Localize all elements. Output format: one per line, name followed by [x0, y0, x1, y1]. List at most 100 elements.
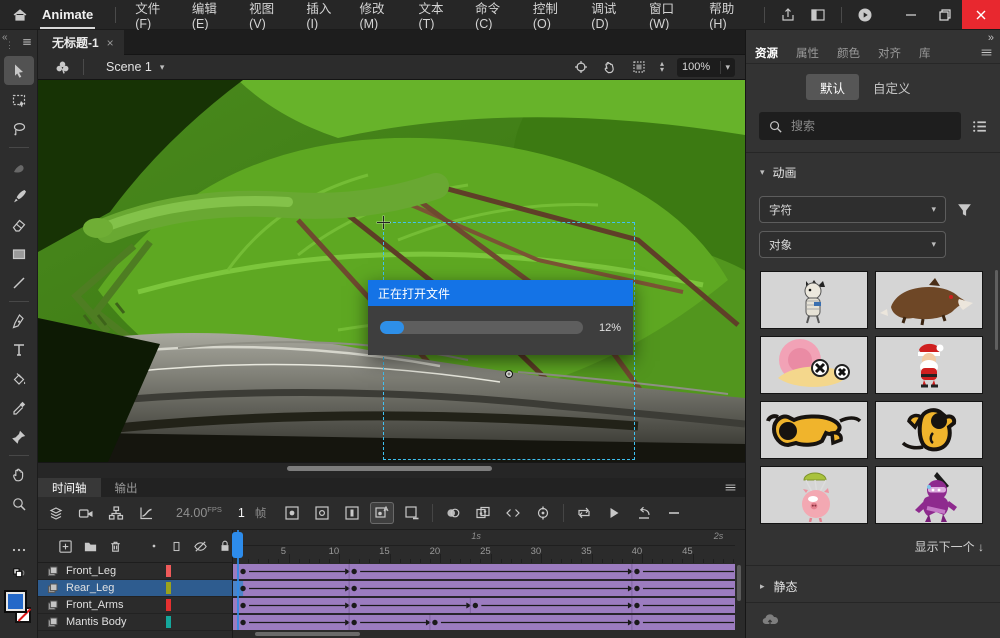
layer-parenting-button[interactable]: [104, 502, 128, 524]
step-back-button[interactable]: [632, 502, 656, 524]
line-tool[interactable]: [4, 268, 34, 297]
selection-tool[interactable]: [4, 56, 34, 85]
add-folder-icon[interactable]: [83, 539, 98, 554]
visibility-column-icon[interactable]: [193, 539, 208, 554]
scene-name[interactable]: Scene 1: [106, 60, 152, 74]
clip-content-icon[interactable]: [631, 59, 647, 75]
panel-tab-属性[interactable]: 属性: [787, 45, 828, 61]
layer-color-swatch[interactable]: [166, 582, 171, 594]
home-icon[interactable]: [12, 7, 28, 23]
fluid-brush-tool[interactable]: [4, 152, 34, 181]
asset-thumbnail-pig-parachute-character[interactable]: [760, 466, 868, 524]
rectangle-tool[interactable]: [4, 239, 34, 268]
document-tab[interactable]: 无标题-1 ×: [38, 30, 124, 55]
lasso-tool[interactable]: [4, 114, 34, 143]
menu-控制(O)[interactable]: 控制(O): [522, 0, 580, 30]
add-layer-icon[interactable]: [58, 539, 73, 554]
workspace-icon[interactable]: [803, 0, 833, 30]
timeline-panel-menu-icon[interactable]: [724, 481, 737, 494]
asset-thumbnail-dog-sitting-character[interactable]: [875, 401, 983, 459]
menu-文件(F)[interactable]: 文件(F): [124, 0, 181, 30]
rotation-hand-icon[interactable]: [602, 59, 618, 75]
current-frame-display[interactable]: 1: [238, 506, 245, 520]
menu-命令(C)[interactable]: 命令(C): [464, 0, 522, 30]
stage-horizontal-scrollbar[interactable]: [287, 466, 492, 471]
pen-tool[interactable]: [4, 306, 34, 335]
zoom-stepper[interactable]: ▴▾: [660, 61, 664, 73]
play-button[interactable]: [602, 502, 626, 524]
filter-icon[interactable]: [956, 201, 973, 218]
delete-layer-icon[interactable]: [108, 539, 123, 554]
tab-close-icon[interactable]: ×: [107, 36, 114, 50]
zoom-out-timeline-button[interactable]: [662, 502, 686, 524]
menu-文本(T)[interactable]: 文本(T): [407, 0, 464, 30]
edit-multiple-frames-button[interactable]: [471, 502, 495, 524]
object-dropdown[interactable]: 对象 ▾: [759, 231, 946, 258]
symbol-clover-icon[interactable]: [54, 59, 71, 76]
swap-colors-icon[interactable]: [4, 564, 34, 584]
static-section-header[interactable]: ▸ 静态: [760, 578, 798, 595]
asset-thumbnail-mummy-character[interactable]: [760, 271, 868, 329]
close-button[interactable]: [962, 0, 1000, 29]
timeline-tracks[interactable]: [233, 563, 735, 633]
panel-scrollbar[interactable]: [995, 270, 998, 350]
mode-default[interactable]: 默认: [806, 74, 859, 100]
menu-视图(V)[interactable]: 视图(V): [238, 0, 295, 30]
lock-column-icon[interactable]: [218, 539, 232, 553]
camera-button[interactable]: [74, 502, 98, 524]
zoom-chevron-icon[interactable]: ▾: [725, 62, 730, 73]
search-input[interactable]: [791, 119, 921, 133]
center-playhead-button[interactable]: [531, 502, 555, 524]
panel-tab-对齐[interactable]: 对齐: [869, 45, 910, 61]
insert-keyframe-button[interactable]: [280, 502, 304, 524]
zoom-level-control[interactable]: 100% ▾: [677, 58, 735, 77]
hand-tool[interactable]: [4, 460, 34, 489]
layer-color-swatch[interactable]: [166, 565, 171, 577]
paint-bucket-tool[interactable]: [4, 364, 34, 393]
menu-修改(M)[interactable]: 修改(M): [348, 0, 407, 30]
menu-帮助(H)[interactable]: 帮助(H): [698, 0, 756, 30]
menu-编辑(E)[interactable]: 编辑(E): [181, 0, 238, 30]
layer-row[interactable]: Front_Leg: [38, 563, 232, 580]
list-view-icon[interactable]: [971, 118, 988, 135]
span-toggle-button[interactable]: [501, 502, 525, 524]
asset-thumbnail-wolf-character[interactable]: [875, 271, 983, 329]
loop-button[interactable]: [572, 502, 596, 524]
show-next-link[interactable]: 显示下一个 ↓: [915, 538, 984, 555]
asset-thumbnail-snail-character[interactable]: [760, 336, 868, 394]
insert-frame-button[interactable]: [340, 502, 364, 524]
layer-row[interactable]: Front_Arms: [38, 597, 232, 614]
timeline-ruler[interactable]: 510152025303540451s2s: [233, 530, 745, 563]
classic-brush-tool[interactable]: [4, 181, 34, 210]
menu-插入(I)[interactable]: 插入(I): [295, 0, 348, 30]
share-icon[interactable]: [773, 0, 803, 30]
eraser-tool[interactable]: [4, 210, 34, 239]
playhead[interactable]: [232, 532, 243, 558]
upload-asset-icon[interactable]: [762, 612, 778, 628]
graph-editor-button[interactable]: [134, 502, 158, 524]
panel-tab-资源[interactable]: 资源: [746, 45, 787, 61]
panel-tab-颜色[interactable]: 颜色: [828, 45, 869, 61]
outline-column-icon[interactable]: [170, 540, 183, 553]
panel-menu-icon[interactable]: [980, 46, 993, 59]
asset-thumbnail-santa-character[interactable]: [875, 336, 983, 394]
asset-thumbnail-dog-crawling-character[interactable]: [760, 401, 868, 459]
layer-row[interactable]: Rear_Leg: [38, 580, 232, 597]
menu-窗口(W)[interactable]: 窗口(W): [638, 0, 698, 30]
fps-display[interactable]: 24.00FPS: [176, 505, 222, 520]
highlight-column-icon[interactable]: [148, 540, 160, 552]
zoom-tool[interactable]: [4, 489, 34, 518]
menu-调试(D)[interactable]: 调试(D): [580, 0, 638, 30]
auto-keyframe-button[interactable]: [370, 502, 394, 524]
tab-output[interactable]: 输出: [101, 478, 152, 497]
onion-skin-button[interactable]: [441, 502, 465, 524]
character-dropdown[interactable]: 字符 ▾: [759, 196, 946, 223]
free-transform-tool[interactable]: [4, 85, 34, 114]
center-stage-icon[interactable]: [573, 59, 589, 75]
more-tools-button[interactable]: [4, 535, 34, 564]
asset-thumbnail-ninja-character[interactable]: [875, 466, 983, 524]
minimize-button[interactable]: [894, 0, 928, 29]
tracks-vertical-scrollbar[interactable]: [737, 565, 741, 601]
eyedropper-tool[interactable]: [4, 393, 34, 422]
timeline-tracks-area[interactable]: 510152025303540451s2s: [233, 530, 745, 638]
